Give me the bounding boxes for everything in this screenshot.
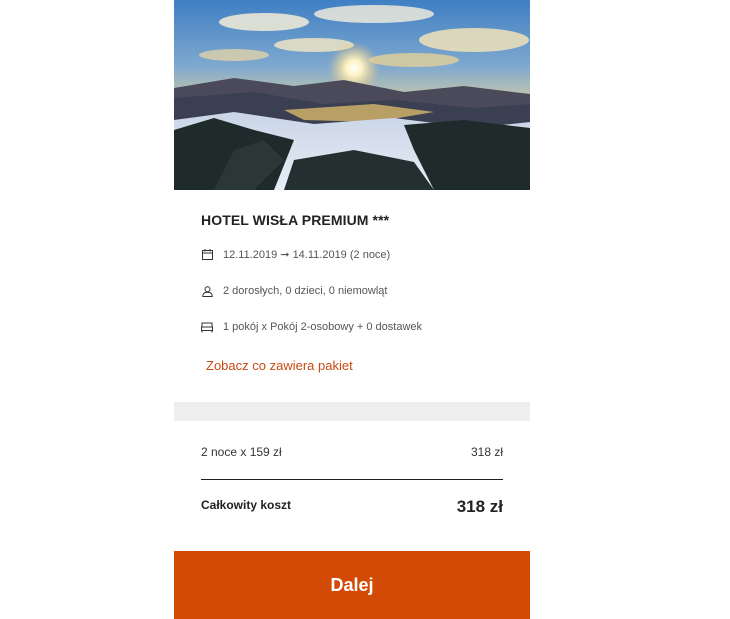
next-button[interactable]: Dalej xyxy=(174,551,530,619)
hotel-name: HOTEL WISŁA PREMIUM *** xyxy=(201,212,390,228)
total-value: 318 zł xyxy=(456,497,503,516)
guests-text: 2 dorosłych, 0 dzieci, 0 niemowląt xyxy=(223,285,388,297)
total-divider xyxy=(201,479,503,480)
price-line-label: 2 noce x 159 zł xyxy=(201,445,282,459)
calendar-icon xyxy=(201,248,213,260)
total-label: Całkowity koszt xyxy=(201,498,292,512)
stay-dates-row: 12.11.2019 ➞ 14.11.2019 (2 noce) xyxy=(201,246,390,262)
booking-summary-card: HOTEL WISŁA PREMIUM *** 12.11.2019 ➞ 14.… xyxy=(174,0,530,619)
price-breakdown-row: 2 noce x 159 zł 318 zł xyxy=(201,445,503,459)
person-icon xyxy=(201,285,213,297)
section-divider xyxy=(174,402,530,421)
price-line-value: 318 zł xyxy=(470,445,503,459)
package-details-link[interactable]: Zobacz co zawiera pakiet xyxy=(206,358,353,373)
guests-row: 2 dorosłych, 0 dzieci, 0 niemowląt xyxy=(201,283,387,299)
room-row: 1 pokój x Pokój 2-osobowy + 0 dostawek xyxy=(201,319,422,335)
hotel-photo xyxy=(174,0,530,190)
bed-icon xyxy=(201,321,213,333)
room-text: 1 pokój x Pokój 2-osobowy + 0 dostawek xyxy=(223,321,423,333)
booking-details: HOTEL WISŁA PREMIUM *** 12.11.2019 ➞ 14.… xyxy=(174,190,530,402)
stay-dates-text: 12.11.2019 ➞ 14.11.2019 (2 noce) xyxy=(223,248,391,261)
